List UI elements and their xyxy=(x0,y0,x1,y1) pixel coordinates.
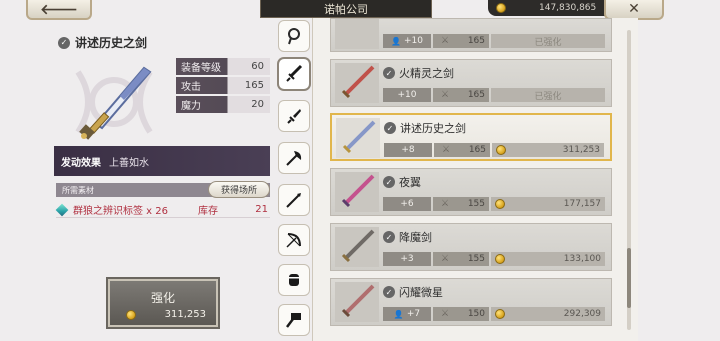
weapon-thumbnail xyxy=(335,63,379,103)
weapon-card-selected[interactable]: ✓ 讲述历史之剑 +8 ⚔ 165 311,253 xyxy=(330,113,612,161)
attack-sword-icon: ⚔ xyxy=(441,36,450,46)
enhanced-check-icon: ✓ xyxy=(383,286,395,298)
stock-label: 库存 xyxy=(198,206,218,217)
weapon-card[interactable]: ✓ 降魔剑 +3 ⚔ 155 133,100 xyxy=(330,223,612,271)
weapon-thumbnail xyxy=(335,227,379,267)
stat-row-attack: 攻击 165 xyxy=(176,77,270,94)
obtain-location-button[interactable]: 获得场所 xyxy=(208,181,270,198)
upgrade-cost: 311,253 xyxy=(126,309,206,320)
gem-icon xyxy=(55,203,69,216)
page-title: 诺帕公司 xyxy=(260,0,432,18)
coin-icon xyxy=(495,254,505,264)
dagger-icon xyxy=(287,109,301,124)
tab-accessory[interactable] xyxy=(278,20,310,52)
attack-sword-icon: ⚔ xyxy=(441,90,450,100)
weapon-card[interactable]: ✓ 火精灵之剑 +10 ⚔ 165 已强化 xyxy=(330,59,612,107)
effect-value: 上善如水 xyxy=(109,157,149,169)
stock-value: 21 xyxy=(255,204,268,215)
weapon-thumbnail xyxy=(335,282,379,322)
weapon-card[interactable]: ✓ 闪耀微星 👤 +7 ⚔ 150 292,309 xyxy=(330,278,612,326)
tab-axe[interactable] xyxy=(278,142,310,174)
hammer-icon xyxy=(286,313,301,328)
item-name: 讲述历史之剑 xyxy=(75,36,148,50)
weapon-card[interactable]: ✓ 夜翼 +6 ⚔ 155 177,157 xyxy=(330,168,612,216)
gold-amount: 147,830,865 xyxy=(539,3,597,13)
sword-icon xyxy=(286,64,303,82)
back-button[interactable]: 🡐 xyxy=(26,0,92,20)
upgrade-button[interactable]: 强化 311,253 xyxy=(108,279,218,327)
attack-sword-icon: ⚔ xyxy=(442,145,451,155)
sword-thumbnail-icon xyxy=(341,65,375,99)
coin-icon xyxy=(495,309,505,319)
sword-thumbnail-icon xyxy=(341,284,375,318)
effect-bar: 发动效果 上善如水 xyxy=(54,146,270,176)
close-icon: ✕ xyxy=(628,1,640,17)
bow-icon xyxy=(286,233,301,248)
sword-thumbnail-icon xyxy=(342,120,376,154)
enhanced-status: 已强化 xyxy=(491,88,605,102)
enhanced-check-icon: ✓ xyxy=(383,231,395,243)
enhanced-check-icon: ✓ xyxy=(383,67,395,79)
tab-bow[interactable] xyxy=(278,224,310,256)
coin-icon xyxy=(126,309,136,320)
weapon-thumbnail xyxy=(335,172,379,212)
stat-row-level: 装备等级 60 xyxy=(176,58,270,75)
coin-icon xyxy=(496,3,506,13)
gauntlet-icon xyxy=(289,274,299,286)
enhanced-check-icon: ✓ xyxy=(383,176,395,188)
user-icon: 👤 xyxy=(393,309,404,319)
effect-label: 发动效果 xyxy=(61,157,101,169)
weapon-thumbnail xyxy=(336,118,380,158)
enhanced-check-icon: ✓ xyxy=(384,122,396,134)
ring-icon xyxy=(288,28,300,45)
spear-icon xyxy=(286,193,301,208)
attack-sword-icon: ⚔ xyxy=(441,309,450,319)
attack-sword-icon: ⚔ xyxy=(441,199,450,209)
coin-icon xyxy=(496,145,506,155)
upgrade-label: 强化 xyxy=(150,291,175,305)
sword-thumbnail-icon xyxy=(341,174,375,208)
item-stats: 装备等级 60 攻击 165 魔力 20 xyxy=(176,58,270,115)
weapon-thumbnail xyxy=(335,19,379,49)
list-scrollbar-thumb[interactable] xyxy=(627,248,631,308)
user-icon: 👤 xyxy=(391,36,401,46)
axe-icon xyxy=(286,151,302,166)
tab-sword[interactable] xyxy=(278,58,310,90)
tab-gauntlet[interactable] xyxy=(278,264,310,296)
coin-icon xyxy=(495,199,505,209)
attack-sword-icon: ⚔ xyxy=(441,254,450,264)
sword-thumbnail-icon xyxy=(341,229,375,263)
enhanced-check-icon: ✓ xyxy=(58,36,70,49)
tab-dagger[interactable] xyxy=(278,100,310,132)
item-title: ✓ 讲述历史之剑 xyxy=(58,34,147,51)
close-button[interactable]: ✕ xyxy=(604,0,664,20)
tab-spear[interactable] xyxy=(278,184,310,216)
item-portrait xyxy=(58,62,170,142)
enhanced-status: 已强化 xyxy=(491,34,605,48)
stat-row-magic: 魔力 20 xyxy=(176,96,270,113)
gold-counter: 147,830,865 xyxy=(488,0,606,16)
back-arrow-icon: 🡐 xyxy=(40,1,78,18)
material-row[interactable]: 群狼之辨识标签 x 26 库存 21 xyxy=(55,202,270,218)
tab-hammer[interactable] xyxy=(278,304,310,336)
weapon-card[interactable]: 👤 +10 ⚔ 165 已强化 xyxy=(330,18,612,52)
material-name: 群狼之辨识标签 x 26 xyxy=(73,206,168,217)
